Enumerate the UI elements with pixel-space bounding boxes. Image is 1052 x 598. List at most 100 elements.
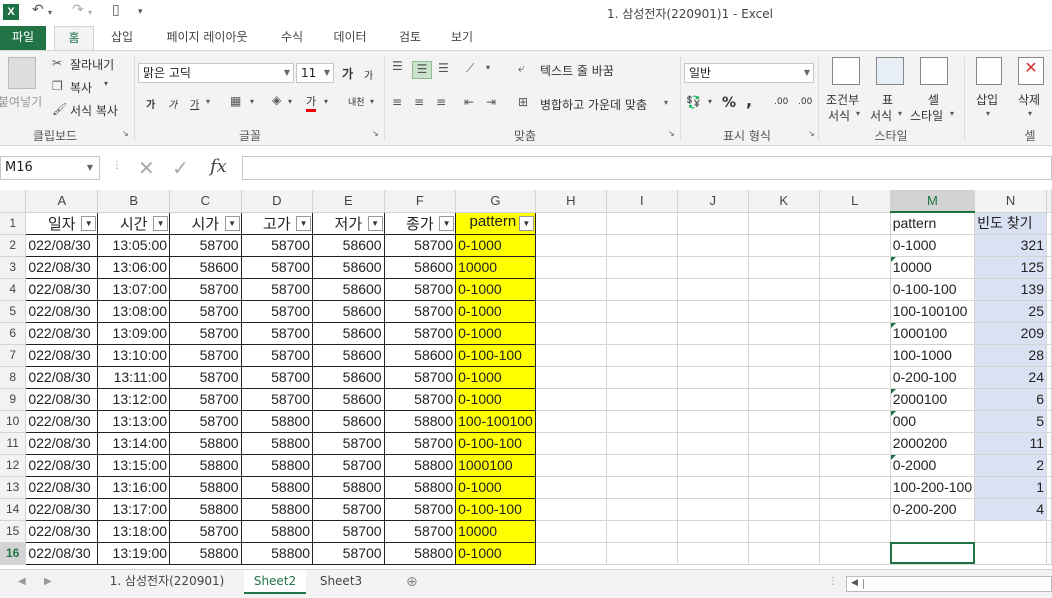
- cell-styles-dropdown-icon[interactable]: ▾: [950, 109, 954, 118]
- cell[interactable]: 6: [974, 388, 1047, 411]
- underline-button[interactable]: 가: [190, 96, 199, 111]
- cell[interactable]: [1046, 542, 1052, 565]
- cell[interactable]: 13:15:00: [97, 453, 171, 477]
- cell[interactable]: 100-200-100: [890, 476, 976, 499]
- font-color-button[interactable]: 가: [306, 93, 317, 112]
- cell[interactable]: [606, 476, 678, 499]
- wrap-text-icon[interactable]: ⤶: [518, 61, 525, 76]
- conditional-formatting-button[interactable]: 조건부: [826, 91, 859, 108]
- cell[interactable]: [1046, 410, 1052, 433]
- header-cell[interactable]: 저가 ▼: [312, 211, 385, 235]
- cell[interactable]: 0-100-100: [455, 497, 536, 521]
- cell[interactable]: [748, 344, 820, 367]
- cell[interactable]: 209: [974, 322, 1047, 345]
- cell[interactable]: 25: [974, 300, 1047, 323]
- new-file-icon[interactable]: ▯: [112, 2, 120, 18]
- cell[interactable]: 58600: [312, 321, 385, 345]
- cell[interactable]: 000: [890, 410, 976, 433]
- filter-dropdown-icon[interactable]: ▼: [296, 215, 312, 231]
- cell[interactable]: 022/08/30: [25, 365, 99, 389]
- cell[interactable]: [748, 322, 820, 345]
- cell[interactable]: [819, 520, 891, 543]
- cell[interactable]: 58700: [312, 519, 385, 543]
- cell[interactable]: 125: [974, 256, 1047, 279]
- cell[interactable]: 13:05:00: [97, 233, 171, 257]
- cell[interactable]: 58800: [240, 497, 314, 521]
- scroll-left-icon[interactable]: ◀: [18, 576, 26, 587]
- accounting-format-icon[interactable]: 💱: [686, 95, 701, 109]
- scroll-right-icon[interactable]: ▶: [44, 576, 52, 587]
- cell[interactable]: [606, 432, 678, 455]
- cell[interactable]: [535, 520, 607, 543]
- borders-icon[interactable]: ▦: [230, 94, 241, 108]
- undo-dropdown-icon[interactable]: ▾: [48, 8, 52, 17]
- cell[interactable]: 022/08/30: [25, 431, 99, 455]
- alignment-launcher-icon[interactable]: ↘: [668, 129, 675, 138]
- cell[interactable]: [606, 388, 678, 411]
- cell[interactable]: 58800: [240, 475, 314, 499]
- scroll-left-arrow-icon[interactable]: ◀: [851, 578, 858, 588]
- align-left-icon[interactable]: ≡: [392, 95, 402, 109]
- cell[interactable]: 24: [974, 366, 1047, 389]
- cell[interactable]: 58700: [383, 365, 457, 389]
- cell[interactable]: [606, 256, 678, 279]
- cell[interactable]: [819, 344, 891, 367]
- cell[interactable]: 0-1000: [455, 277, 536, 301]
- cell[interactable]: 0-100-100: [455, 431, 536, 455]
- cell[interactable]: 022/08/30: [25, 475, 99, 499]
- cell[interactable]: 13:16:00: [97, 475, 171, 499]
- cell[interactable]: 13:08:00: [97, 299, 171, 323]
- cell[interactable]: 0-200-200: [890, 498, 976, 521]
- column-header[interactable]: H: [535, 190, 607, 213]
- align-top-icon[interactable]: ☰: [392, 59, 403, 73]
- number-launcher-icon[interactable]: ↘: [808, 129, 815, 138]
- cell[interactable]: 1: [974, 476, 1047, 499]
- cell[interactable]: 58700: [383, 519, 457, 543]
- cell[interactable]: 0-1000: [455, 299, 536, 323]
- cell[interactable]: 58800: [240, 453, 314, 477]
- cell[interactable]: [748, 410, 820, 433]
- cell[interactable]: 58800: [169, 453, 242, 477]
- cell[interactable]: 10000: [890, 256, 976, 279]
- cell[interactable]: 58800: [169, 431, 242, 455]
- cell[interactable]: 100-100100: [890, 300, 976, 323]
- cell[interactable]: 58600: [312, 387, 385, 411]
- cell[interactable]: [677, 212, 749, 235]
- cell[interactable]: [819, 322, 891, 345]
- format-as-table-button[interactable]: 표: [882, 91, 893, 108]
- cell[interactable]: 4: [974, 498, 1047, 521]
- cell[interactable]: [677, 344, 749, 367]
- tab-review[interactable]: 검토: [390, 26, 430, 50]
- cell[interactable]: [1046, 366, 1052, 389]
- header-cell[interactable]: 시간 ▼: [97, 211, 171, 235]
- copy-dropdown-icon[interactable]: ▾: [104, 79, 108, 88]
- cell[interactable]: 58600: [312, 233, 385, 257]
- cell[interactable]: [606, 234, 678, 257]
- cell[interactable]: [748, 212, 820, 235]
- clipboard-launcher-icon[interactable]: ↘: [122, 129, 129, 138]
- cell[interactable]: [748, 388, 820, 411]
- filter-dropdown-icon[interactable]: ▼: [81, 215, 97, 231]
- cell[interactable]: [1046, 212, 1052, 235]
- cell[interactable]: 11: [974, 432, 1047, 455]
- filter-dropdown-icon[interactable]: ▼: [224, 215, 240, 231]
- cut-icon[interactable]: ✂: [52, 56, 62, 70]
- table-dropdown-icon[interactable]: ▾: [898, 109, 902, 118]
- column-header[interactable]: C: [169, 190, 242, 213]
- more-options-icon[interactable]: ⋮: [112, 160, 122, 171]
- cell[interactable]: 58700: [240, 233, 314, 257]
- cell[interactable]: 100-100100: [455, 409, 536, 433]
- cell[interactable]: 1000100: [455, 453, 536, 477]
- enter-icon[interactable]: ✓: [172, 156, 189, 180]
- tab-file[interactable]: 파일: [0, 26, 46, 50]
- increase-indent-icon[interactable]: ⇥: [486, 95, 496, 109]
- align-bottom-icon[interactable]: ☰: [438, 61, 449, 75]
- column-header[interactable]: K: [748, 190, 820, 213]
- filter-dropdown-icon[interactable]: ▼: [439, 215, 455, 231]
- cell[interactable]: 58700: [383, 277, 457, 301]
- more-options-icon[interactable]: ⋮: [828, 576, 838, 587]
- header-cell[interactable]: 일자 ▼: [25, 211, 99, 235]
- cell[interactable]: [535, 322, 607, 345]
- conditional-formatting-icon[interactable]: [832, 57, 860, 85]
- row-header[interactable]: 15: [0, 520, 27, 543]
